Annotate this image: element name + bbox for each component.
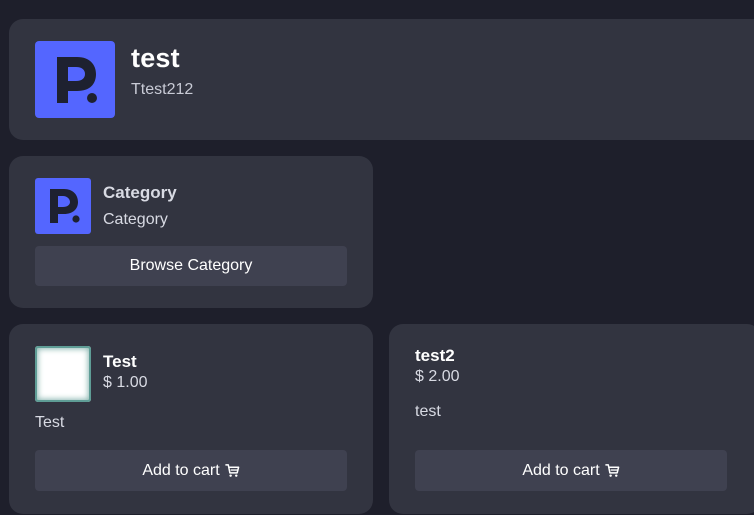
p-logo-icon bbox=[35, 41, 115, 118]
p-logo-icon bbox=[35, 178, 91, 234]
product-description: test bbox=[415, 403, 441, 420]
product-description: Test bbox=[35, 414, 65, 431]
product-card: test2 $ 2.00 test Add to cart bbox=[389, 324, 754, 514]
product-name: Test bbox=[103, 352, 137, 371]
category-subtitle: Category bbox=[103, 211, 168, 228]
product-thumbnail bbox=[35, 346, 91, 402]
add-to-cart-button[interactable]: Add to cart bbox=[35, 450, 347, 491]
store-page: test Ttest212 Category Category Browse C… bbox=[0, 0, 754, 515]
store-header: test Ttest212 bbox=[9, 19, 754, 140]
store-title: test bbox=[131, 43, 180, 73]
add-to-cart-button[interactable]: Add to cart bbox=[415, 450, 727, 491]
cart-icon bbox=[224, 463, 240, 478]
cart-icon bbox=[604, 463, 620, 478]
store-subtitle: Ttest212 bbox=[131, 81, 194, 98]
product-card: Test $ 1.00 Test Add to cart bbox=[9, 324, 373, 514]
product-price: $ 2.00 bbox=[415, 368, 460, 385]
category-title: Category bbox=[103, 183, 177, 202]
product-price: $ 1.00 bbox=[103, 374, 148, 391]
add-to-cart-label: Add to cart bbox=[522, 461, 600, 479]
category-card: Category Category Browse Category bbox=[9, 156, 373, 308]
browse-category-button[interactable]: Browse Category bbox=[35, 246, 347, 286]
add-to-cart-label: Add to cart bbox=[142, 461, 220, 479]
product-name: test2 bbox=[415, 346, 455, 365]
